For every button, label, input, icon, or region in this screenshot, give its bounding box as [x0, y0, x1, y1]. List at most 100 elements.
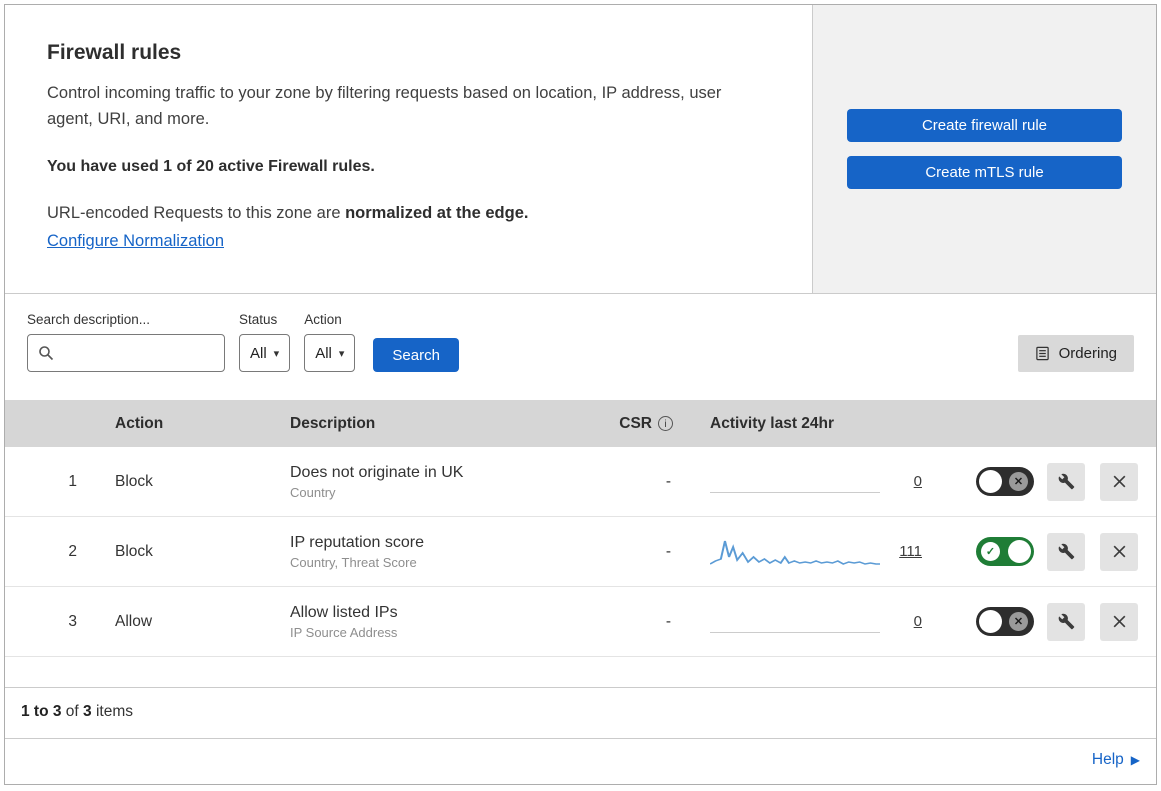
sparkline-path	[710, 540, 880, 565]
pagination-items: items	[91, 703, 133, 720]
toggle-on-icon: ✓	[981, 542, 1000, 561]
rule-toggle-cell: ✕	[970, 467, 1040, 496]
toggle-off-icon: ✕	[1009, 472, 1028, 491]
status-filter-group: Status All ▾	[239, 312, 291, 372]
header-action: Action	[115, 414, 164, 432]
rule-activity-cell: 0	[675, 465, 970, 499]
list-document-icon	[1035, 346, 1049, 361]
filter-bar: Search description... Status All ▾ Action…	[5, 294, 1156, 400]
rule-description-cell: Does not originate in UK Country	[290, 464, 580, 500]
arrow-right-icon: ▶	[1130, 753, 1140, 767]
activity-count-link[interactable]: 0	[894, 473, 922, 490]
rule-activity-cell: 111	[675, 535, 970, 569]
header-description: Description	[290, 414, 376, 432]
action-label: Action	[304, 312, 342, 327]
edit-rule-button[interactable]	[1047, 532, 1085, 571]
rule-fields: Country, Threat Score	[290, 554, 417, 570]
activity-sparkline-flat	[710, 605, 880, 639]
pagination-of: of	[61, 703, 84, 720]
status-dropdown[interactable]: All ▾	[239, 334, 291, 372]
delete-rule-button[interactable]	[1100, 602, 1138, 641]
help-link[interactable]: Help ▶	[1092, 751, 1140, 769]
page-title: Firewall rules	[47, 41, 182, 64]
rule-fields: IP Source Address	[290, 624, 398, 640]
firewall-rules-page: Firewall rules Control incoming traffic …	[4, 4, 1157, 785]
table-row: 1 Block Does not originate in UK Country…	[5, 447, 1156, 517]
create-mtls-rule-button[interactable]: Create mTLS rule	[847, 156, 1122, 189]
status-dropdown-value: All	[250, 344, 267, 362]
rule-fields: Country	[290, 484, 336, 500]
search-filter-group: Search description...	[27, 312, 225, 372]
toggle-off-icon: ✕	[1009, 612, 1028, 631]
create-firewall-rule-button[interactable]: Create firewall rule	[847, 109, 1122, 142]
page-description: Control incoming traffic to your zone by…	[47, 84, 722, 128]
search-wrap	[27, 334, 225, 372]
rule-description-cell: IP reputation score Country, Threat Scor…	[290, 534, 580, 570]
rule-action: Block	[115, 542, 153, 560]
rule-csr: -	[665, 612, 671, 630]
table-row: 2 Block IP reputation score Country, Thr…	[5, 517, 1156, 587]
activity-sparkline-flat	[710, 465, 880, 499]
normalization-note-bold: normalized at the edge.	[345, 204, 529, 223]
rule-delete-cell	[1092, 602, 1146, 641]
rule-action: Allow	[115, 612, 153, 630]
activity-count-link[interactable]: 111	[894, 543, 922, 560]
search-input[interactable]	[27, 334, 225, 372]
normalization-note-prefix: URL-encoded Requests to this zone are	[47, 204, 346, 223]
rule-enabled-toggle[interactable]: ✕	[976, 467, 1034, 496]
header-csr: CSR i	[580, 415, 675, 433]
rule-description-cell: Allow listed IPs IP Source Address	[290, 604, 580, 640]
configure-normalization-link[interactable]: Configure Normalization	[47, 232, 224, 250]
ordering-button-label: Ordering	[1058, 345, 1117, 362]
wrench-icon	[1058, 613, 1074, 630]
rule-description: IP reputation score	[290, 533, 425, 551]
wrench-icon	[1058, 473, 1074, 490]
rule-priority: 1	[68, 472, 77, 490]
page-header-section: Firewall rules Control incoming traffic …	[5, 5, 1156, 294]
table-spacer	[5, 657, 1156, 687]
action-dropdown-value: All	[315, 344, 332, 362]
rule-priority: 2	[68, 542, 77, 560]
close-icon	[1113, 615, 1125, 628]
edit-rule-button[interactable]	[1047, 462, 1085, 501]
action-filter-group: Action All ▾	[304, 312, 356, 372]
help-label: Help	[1091, 751, 1124, 768]
rule-edit-cell	[1040, 602, 1092, 641]
rule-description: Does not originate in UK	[290, 463, 464, 481]
delete-rule-button[interactable]	[1100, 532, 1138, 571]
rule-csr: -	[665, 472, 671, 490]
toggle-knob	[979, 610, 1002, 633]
pagination-summary: 1 to 3 of 3 items	[5, 687, 1156, 736]
wrench-icon	[1058, 543, 1074, 560]
rule-toggle-cell: ✕	[970, 607, 1040, 636]
delete-rule-button[interactable]	[1100, 462, 1138, 501]
actions-panel: Create firewall rule Create mTLS rule	[812, 5, 1156, 293]
status-label: Status	[239, 312, 278, 327]
action-dropdown[interactable]: All ▾	[304, 334, 356, 372]
edit-rule-button[interactable]	[1047, 602, 1085, 641]
activity-count-link[interactable]: 0	[894, 613, 922, 630]
header-activity: Activity last 24hr	[710, 414, 835, 432]
rule-description: Allow listed IPs	[290, 603, 398, 621]
rule-enabled-toggle[interactable]: ✕	[976, 607, 1034, 636]
search-label: Search description...	[27, 312, 151, 327]
rule-edit-cell	[1040, 462, 1092, 501]
help-bar: Help ▶	[5, 738, 1156, 784]
rule-edit-cell	[1040, 532, 1092, 571]
normalization-note: URL-encoded Requests to this zone are no…	[47, 204, 768, 223]
rule-action: Block	[115, 472, 153, 490]
toggle-knob	[1008, 540, 1031, 563]
info-icon[interactable]: i	[658, 416, 673, 431]
header-csr-label: CSR	[619, 414, 652, 432]
table-row: 3 Allow Allow listed IPs IP Source Addre…	[5, 587, 1156, 657]
close-icon	[1113, 545, 1125, 558]
rule-delete-cell	[1092, 532, 1146, 571]
toggle-knob	[979, 470, 1002, 493]
ordering-button[interactable]: Ordering	[1017, 335, 1134, 372]
search-button[interactable]: Search	[373, 338, 459, 372]
intro-panel: Firewall rules Control incoming traffic …	[5, 5, 812, 293]
rule-delete-cell	[1092, 462, 1146, 501]
rule-priority: 3	[68, 612, 77, 630]
close-icon	[1113, 475, 1125, 488]
rule-enabled-toggle[interactable]: ✓	[976, 537, 1034, 566]
